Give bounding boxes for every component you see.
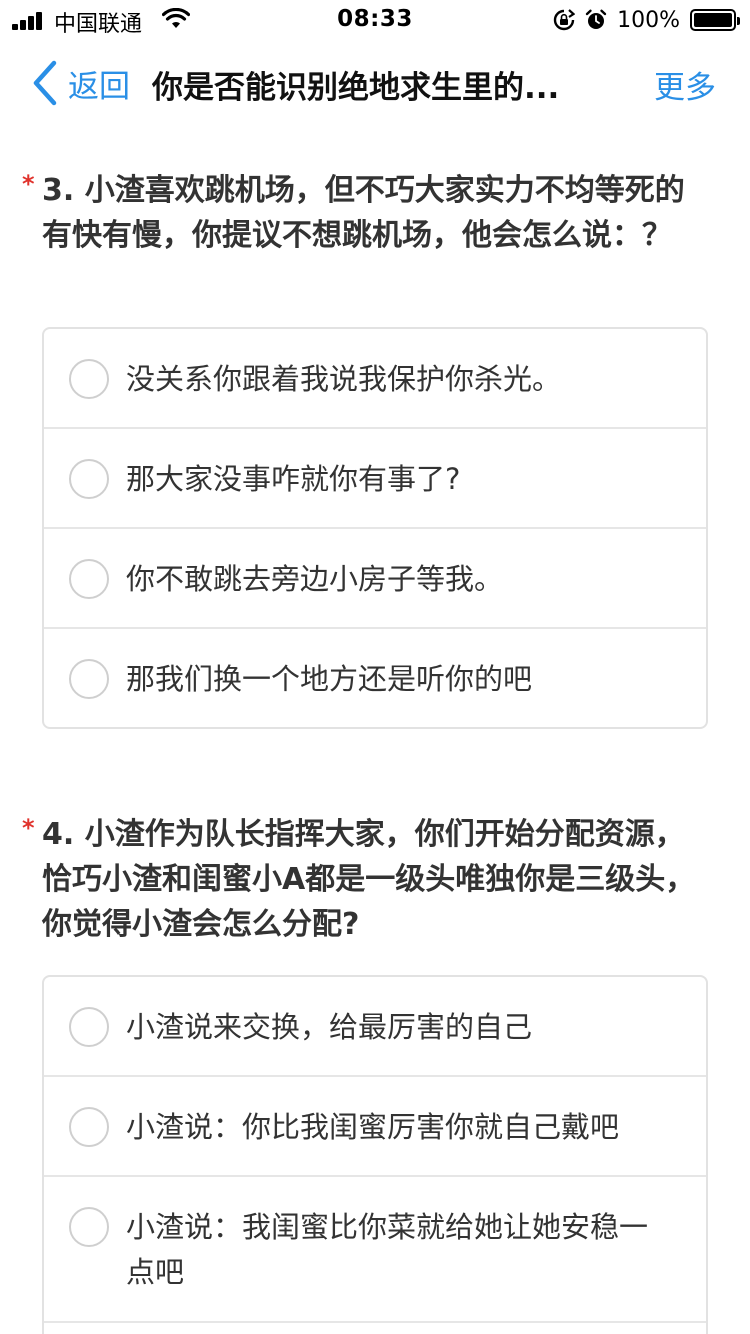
alarm-clock-icon [585, 9, 607, 29]
more-button[interactable]: 更多 [654, 62, 716, 107]
option-label: 小渣说来交换，给最厉害的自己 [126, 1010, 533, 1044]
option-item[interactable]: 没关系你跟着我说我保护你杀光。 [44, 329, 706, 429]
radio-button[interactable] [69, 359, 109, 399]
rotation-lock-icon [553, 9, 576, 31]
battery-percent: 100% [617, 7, 680, 33]
option-item[interactable]: 小渣说来交换，给最厉害的自己 [44, 977, 706, 1077]
option-item[interactable]: 你不敢跳去旁边小房子等我。 [44, 529, 706, 629]
option-item[interactable]: 小渣说：你比我闺蜜厉害你就自己戴吧 [44, 1077, 706, 1177]
option-list: 没关系你跟着我说我保护你杀光。 那大家没事咋就你有事了? 你不敢跳去旁边小房子等… [42, 327, 708, 729]
radio-button[interactable] [69, 1007, 109, 1047]
option-label: 那我们换一个地方还是听你的吧 [126, 662, 533, 696]
option-item[interactable] [44, 1323, 706, 1334]
question-text: 3. 小渣喜欢跳机场，但不巧大家实力不均等死的有快有慢，你提议不想跳机场，他会怎… [42, 173, 685, 253]
radio-button[interactable] [69, 1107, 109, 1147]
question-text: 4. 小渣作为队长指挥大家，你们开始分配资源，恰巧小渣和闺蜜小A都是一级头唯独你… [42, 817, 696, 942]
option-item[interactable]: 那大家没事咋就你有事了? [44, 429, 706, 529]
back-label: 返回 [68, 68, 130, 105]
radio-button[interactable] [69, 459, 109, 499]
page-title: 你是否能识别绝地求生里的... [152, 70, 560, 106]
radio-button[interactable] [69, 659, 109, 699]
status-right-group: 100% [553, 6, 740, 34]
battery-fill [694, 13, 732, 27]
option-label: 那大家没事咋就你有事了? [126, 462, 461, 496]
option-list: 小渣说来交换，给最厉害的自己 小渣说：你比我闺蜜厉害你就自己戴吧 小渣说：我闺蜜… [42, 975, 708, 1334]
battery-icon [690, 9, 740, 31]
option-label: 没关系你跟着我说我保护你杀光。 [126, 362, 562, 396]
required-star: * [22, 814, 35, 842]
required-star: * [22, 170, 35, 198]
option-label: 你不敢跳去旁边小房子等我。 [126, 562, 504, 596]
option-item[interactable]: 那我们换一个地方还是听你的吧 [44, 629, 706, 727]
radio-button[interactable] [69, 559, 109, 599]
radio-button[interactable] [69, 1207, 109, 1247]
navigation-bar: 返回 你是否能识别绝地求生里的... 更多 [0, 40, 750, 128]
back-button[interactable]: 返回 [30, 58, 130, 108]
chevron-left-icon [33, 60, 57, 106]
status-bar: 中国联通 08:33 100% [0, 0, 750, 40]
option-item[interactable]: 小渣说：我闺蜜比你菜就给她让她安稳一点吧 [44, 1177, 706, 1323]
option-label: 小渣说：我闺蜜比你菜就给她让她安稳一点吧 [126, 1210, 649, 1289]
option-label: 小渣说：你比我闺蜜厉害你就自己戴吧 [126, 1110, 620, 1144]
